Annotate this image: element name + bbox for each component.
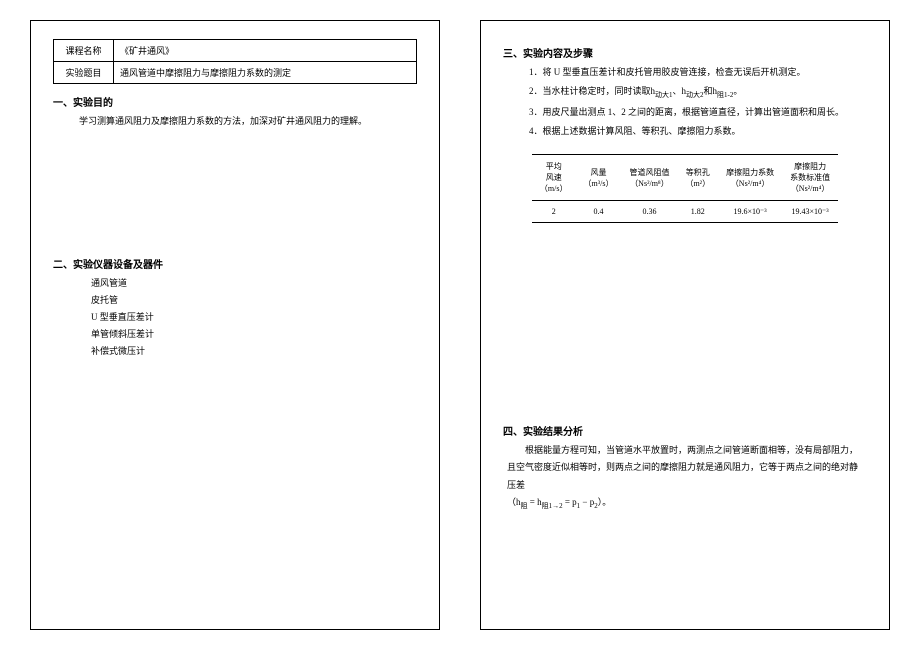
page-left: 课程名称 《矿井通风》 实验题目 通风管道中摩擦阻力与摩擦阻力系数的测定 一、实…	[30, 20, 440, 630]
sec3-heading: 三、实验内容及步骤	[503, 45, 867, 60]
sec4-formula: （h阻 = h阻1→2 = p1 − p2）。	[503, 494, 867, 513]
cell-friction-coef: 19.6×10⁻³	[718, 201, 782, 223]
sec2-item-2: U 型垂直压差计	[53, 309, 417, 326]
th-friction-std: 摩擦阻力 系数标准值 （Ns²/m⁴）	[782, 155, 838, 201]
step-3: 3．用皮尺量出测点 1、2 之间的距离，根据管道直径，计算出管道面积和周长。	[529, 104, 867, 121]
page-right: 三、实验内容及步骤 1．将 U 型垂直压差计和皮托管用胶皮管连接，检查无误后开机…	[480, 20, 890, 630]
cell-flow: 0.4	[575, 201, 621, 223]
sec1-body: 学习测算通风阻力及摩擦阻力系数的方法，加深对矿井通风阻力的理解。	[53, 113, 417, 130]
th-friction-coef: 摩擦阻力系数 （Ns²/m⁴）	[718, 155, 782, 201]
step-2: 2．当水柱计稳定时，同时读取h动大1、h动大2和h阻1-2。	[529, 83, 867, 102]
sec4-heading: 四、实验结果分析	[503, 423, 867, 438]
step-1: 1．将 U 型垂直压差计和皮托管用胶皮管连接，检查无误后开机测定。	[529, 64, 867, 81]
course-value: 《矿井通风》	[114, 40, 417, 62]
th-equiv-hole: 等积孔 （m²）	[677, 155, 718, 201]
th-resistance: 管道风阻值 （Ns²/m⁸）	[621, 155, 677, 201]
sec2-item-1: 皮托管	[53, 292, 417, 309]
sec2-item-3: 单管倾斜压差计	[53, 326, 417, 343]
topic-label: 实验题目	[54, 62, 114, 84]
th-flow: 风量 （m³/s）	[575, 155, 621, 201]
sec2-item-4: 补偿式微压计	[53, 343, 417, 360]
sec1-heading: 一、实验目的	[53, 94, 417, 109]
th-avg-speed: 平均 风速 （m/s）	[532, 155, 576, 201]
step-4: 4．根据上述数据计算风阻、等积孔、摩擦阻力系数。	[529, 123, 867, 140]
cell-speed: 2	[532, 201, 576, 223]
table-row: 2 0.4 0.36 1.82 19.6×10⁻³ 19.43×10⁻³	[532, 201, 838, 223]
course-label: 课程名称	[54, 40, 114, 62]
cell-resistance: 0.36	[621, 201, 677, 223]
sec3-steps: 1．将 U 型垂直压差计和皮托管用胶皮管连接，检查无误后开机测定。 2．当水柱计…	[503, 64, 867, 140]
topic-value: 通风管道中摩擦阻力与摩擦阻力系数的测定	[114, 62, 417, 84]
cell-friction-std: 19.43×10⁻³	[782, 201, 838, 223]
sec4-para: 根据能量方程可知，当管道水平放置时，两测点之间管道断面相等，没有局部阻力，且空气…	[503, 442, 867, 493]
data-table: 平均 风速 （m/s） 风量 （m³/s） 管道风阻值 （Ns²/m⁸） 等积孔…	[532, 154, 838, 223]
cell-equiv-hole: 1.82	[677, 201, 718, 223]
sec2-heading: 二、实验仪器设备及器件	[53, 256, 417, 271]
sec2-item-0: 通风管道	[53, 275, 417, 292]
meta-table: 课程名称 《矿井通风》 实验题目 通风管道中摩擦阻力与摩擦阻力系数的测定	[53, 39, 417, 84]
